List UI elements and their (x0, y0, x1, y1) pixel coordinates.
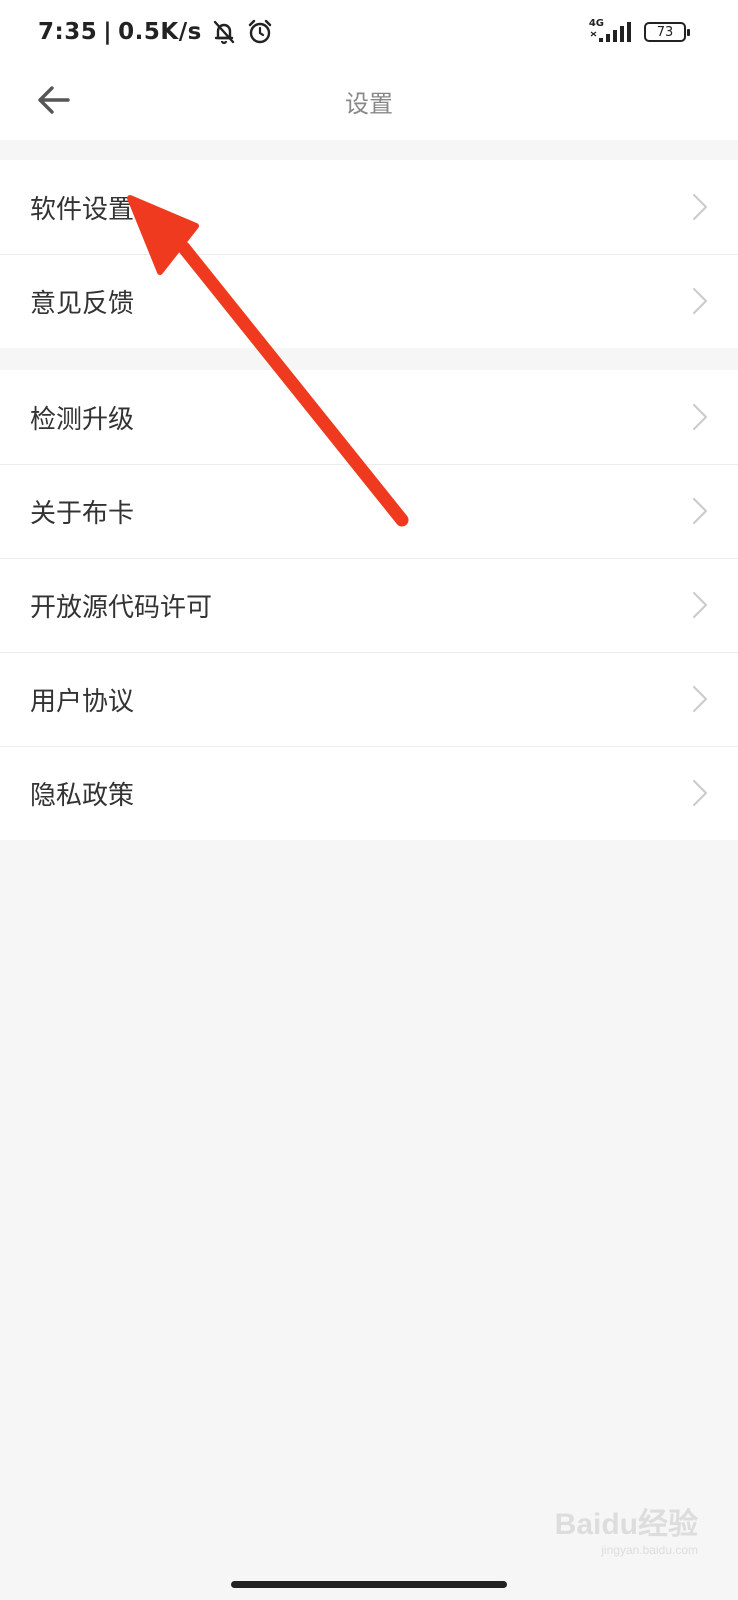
menu-item-software-settings[interactable]: 软件设置 (0, 160, 738, 254)
chevron-right-icon (692, 403, 708, 431)
status-net-speed: 0.5K/s (118, 19, 202, 45)
menu-item-about[interactable]: 关于布卡 (0, 464, 738, 558)
chevron-right-icon (692, 779, 708, 807)
page-title: 设置 (345, 90, 393, 118)
status-separator: | (103, 19, 113, 45)
status-bar: 7:35 | 0.5K/s 4G 73 (0, 0, 738, 64)
watermark-brand: Baidu经验 (554, 1508, 698, 1541)
home-indicator[interactable] (231, 1581, 507, 1588)
settings-group-1: 软件设置 意见反馈 (0, 160, 738, 348)
menu-item-open-source-licenses[interactable]: 开放源代码许可 (0, 558, 738, 652)
nav-bar: 设置 (0, 64, 738, 140)
menu-item-label: 用户协议 (30, 686, 135, 717)
menu-item-feedback[interactable]: 意见反馈 (0, 254, 738, 348)
status-right: 4G 73 (589, 18, 690, 46)
settings-group-2: 检测升级 关于布卡 开放源代码许可 用户协议 隐私政策 (0, 370, 738, 840)
menu-item-privacy-policy[interactable]: 隐私政策 (0, 746, 738, 840)
watermark: Baidu经验 jingyan.baidu.com (554, 1508, 698, 1557)
menu-item-label: 关于布卡 (30, 498, 135, 529)
chevron-right-icon (692, 685, 708, 713)
alarm-icon (246, 18, 274, 46)
menu-item-label: 检测升级 (30, 404, 135, 435)
status-left: 7:35 | 0.5K/s (38, 16, 274, 48)
chevron-right-icon (692, 591, 708, 619)
watermark-url: jingyan.baidu.com (601, 1543, 698, 1557)
menu-item-label: 软件设置 (30, 194, 135, 225)
menu-item-label: 意见反馈 (30, 288, 135, 319)
battery-level: 73 (656, 24, 674, 40)
menu-item-label: 隐私政策 (30, 780, 135, 811)
battery-icon: 73 (644, 22, 690, 42)
status-time: 7:35 (38, 19, 98, 45)
chevron-right-icon (692, 497, 708, 525)
chevron-right-icon (692, 193, 708, 221)
bell-off-icon (210, 18, 238, 46)
chevron-right-icon (692, 287, 708, 315)
menu-item-user-agreement[interactable]: 用户协议 (0, 652, 738, 746)
menu-item-label: 开放源代码许可 (30, 592, 213, 623)
menu-item-check-update[interactable]: 检测升级 (0, 370, 738, 464)
signal-icon (590, 20, 634, 44)
